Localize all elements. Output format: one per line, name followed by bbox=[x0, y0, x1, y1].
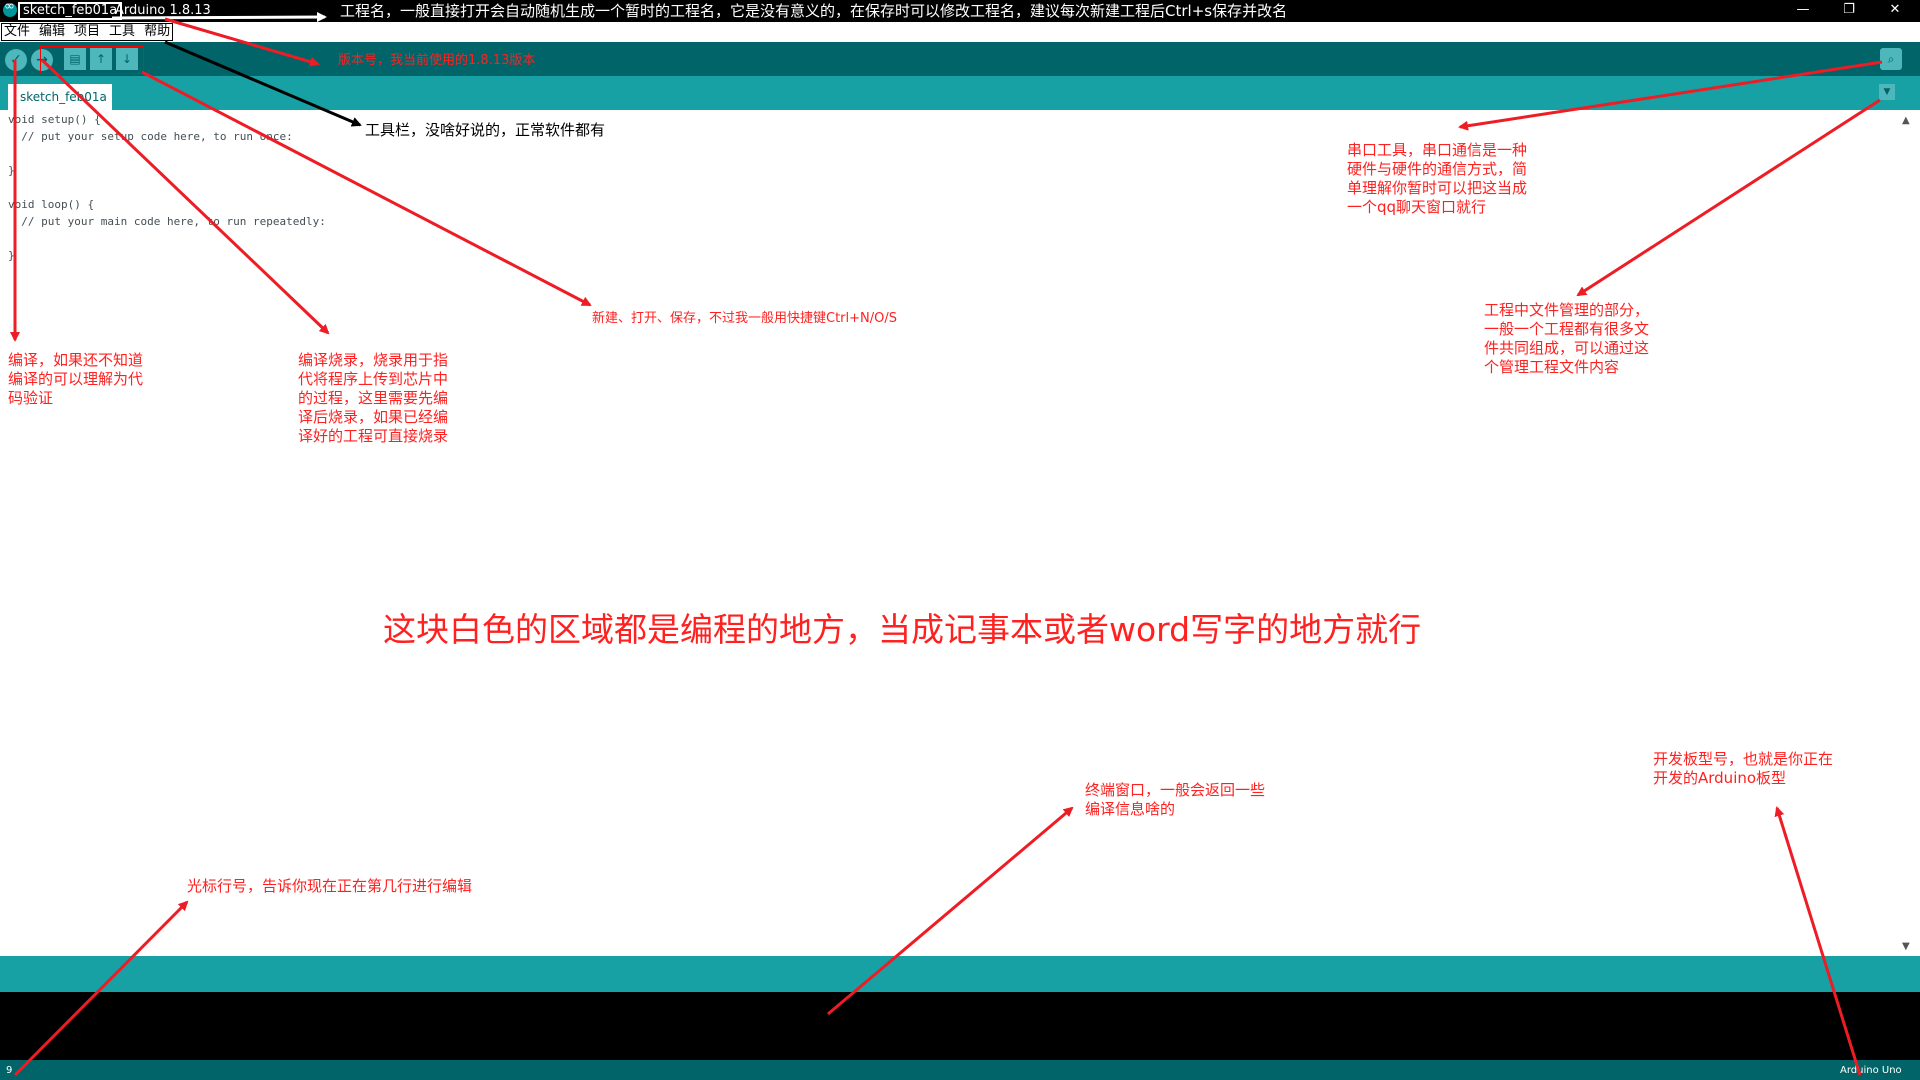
minimize-button[interactable]: — bbox=[1780, 0, 1826, 22]
annotation-new-open-save: 新建、打开、保存，不过我一般用快捷键Ctrl+N/O/S bbox=[592, 311, 897, 326]
code-line: // put your setup code here, to run once… bbox=[8, 130, 293, 143]
save-button[interactable]: ↓ bbox=[116, 48, 138, 70]
code-editor[interactable]: void setup() { // put your setup code he… bbox=[0, 110, 1920, 956]
scroll-up-icon[interactable]: ▲ bbox=[1902, 115, 1910, 126]
annotation-console: 终端窗口，一般会返回一些 编译信息啥的 bbox=[1085, 781, 1266, 818]
annotation-project-name: 工程名，一般直接打开会自动随机生成一个暂时的工程名，它是没有意义的，在保存时可以… bbox=[340, 2, 1288, 20]
code-line: } bbox=[8, 249, 15, 262]
arduino-logo-icon bbox=[3, 0, 17, 17]
annotation-cursor-line: 光标行号，告诉你现在正在第几行进行编辑 bbox=[187, 877, 473, 895]
tab-bar: sketch_feb01a ▼ bbox=[0, 76, 1920, 110]
annotation-upload: 编译烧录，烧录用于指 代将程序上传到芯片中 的过程，这里需要先编 译后烧录，如果… bbox=[298, 351, 449, 445]
open-button[interactable]: ↑ bbox=[90, 48, 112, 70]
board-name: Arduino Uno bbox=[1840, 1065, 1902, 1076]
annotation-serial-monitor: 串口工具，串口通信是一种 硬件与硬件的通信方式，简 单理解你暂时可以把这当成 一… bbox=[1347, 141, 1528, 216]
cursor-line-number: 9 bbox=[6, 1065, 13, 1076]
menu-file[interactable]: 文件 bbox=[4, 24, 30, 40]
annotation-editor-area: 这块白色的区域都是编程的地方，当成记事本或者word写字的地方就行 bbox=[383, 610, 1422, 649]
window-sketch-name: sketch_feb01a bbox=[18, 2, 123, 20]
restore-button[interactable]: ❐ bbox=[1826, 0, 1872, 22]
window-app-version: Arduino 1.8.13 bbox=[115, 3, 211, 18]
editor-console-divider[interactable] bbox=[0, 956, 1920, 992]
code-line: // put your main code here, to run repea… bbox=[8, 215, 326, 228]
annotation-board: 开发板型号，也就是你正在 开发的Arduino板型 bbox=[1653, 750, 1834, 787]
tab-menu-chevron-down-icon[interactable]: ▼ bbox=[1879, 84, 1895, 100]
menu-help[interactable]: 帮助 bbox=[144, 24, 170, 40]
annotation-version: 版本号，我当前使用的1.8.13版本 bbox=[338, 53, 536, 68]
menu-group: 文件 编辑 项目 工具 帮助 bbox=[1, 23, 174, 41]
menu-tools[interactable]: 工具 bbox=[109, 24, 135, 40]
close-button[interactable]: ✕ bbox=[1872, 0, 1918, 22]
verify-button[interactable]: ✓ bbox=[5, 49, 27, 71]
code-line: void setup() { bbox=[8, 113, 101, 126]
annotation-file-management: 工程中文件管理的部分， 一般一个工程都有很多文 件共同组成，可以通过这 个管理工… bbox=[1484, 301, 1650, 376]
status-bar: 9 Arduino Uno bbox=[0, 1060, 1920, 1080]
scroll-down-icon[interactable]: ▼ bbox=[1902, 941, 1910, 952]
toolbar: ✓ → ▤ ↑ ↓ ⌕ bbox=[0, 42, 1920, 76]
serial-monitor-button[interactable]: ⌕ bbox=[1880, 48, 1902, 70]
code-line: } bbox=[8, 164, 15, 177]
menu-edit[interactable]: 编辑 bbox=[39, 24, 65, 40]
console-output[interactable] bbox=[0, 992, 1920, 1060]
annotation-toolbar: 工具栏，没啥好说的，正常软件都有 bbox=[365, 121, 606, 139]
tab-sketch[interactable]: sketch_feb01a bbox=[8, 84, 112, 110]
code-line: void loop() { bbox=[8, 198, 95, 211]
new-button[interactable]: ▤ bbox=[64, 48, 86, 70]
annotation-verify: 编译，如果还不知道 编译的可以理解为代 码验证 bbox=[8, 351, 144, 407]
menu-bar: 文件 编辑 项目 工具 帮助 bbox=[0, 22, 1920, 42]
menu-sketch[interactable]: 项目 bbox=[74, 24, 100, 40]
